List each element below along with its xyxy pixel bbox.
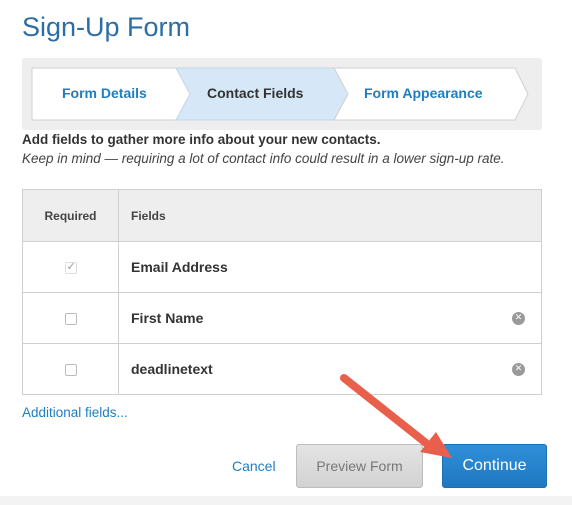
required-checkbox[interactable] <box>64 313 77 326</box>
additional-fields-link[interactable]: Additional fields... <box>22 405 128 420</box>
header-fields: Fields <box>118 189 542 242</box>
required-checkbox <box>64 260 77 275</box>
step-form-details[interactable]: Form Details <box>62 85 147 101</box>
field-name: First Name <box>131 310 204 326</box>
contact-fields-table: Required Fields Email Address First Name… <box>22 189 542 395</box>
remove-field-icon[interactable]: ✕ <box>512 311 525 325</box>
continue-button[interactable]: Continue <box>442 444 547 488</box>
required-checkbox[interactable] <box>64 364 77 377</box>
footer-bar <box>0 496 572 505</box>
cancel-link[interactable]: Cancel <box>232 458 276 474</box>
field-name: Email Address <box>131 259 228 275</box>
preview-form-button[interactable]: Preview Form <box>296 444 423 488</box>
step-form-appearance[interactable]: Form Appearance <box>364 85 483 101</box>
remove-field-icon[interactable]: ✕ <box>512 362 525 376</box>
page-title: Sign-Up Form <box>22 12 191 42</box>
intro-hint: Keep in mind — requiring a lot of contac… <box>22 151 505 166</box>
table-row: deadlinetext ✕ <box>22 343 542 395</box>
intro-heading: Add fields to gather more info about you… <box>22 132 381 147</box>
step-contact-fields[interactable]: Contact Fields <box>207 85 303 101</box>
table-row: Email Address <box>22 241 542 293</box>
field-name: deadlinetext <box>131 361 213 377</box>
table-header-row: Required Fields <box>22 189 542 242</box>
header-required: Required <box>22 189 119 242</box>
wizard-progress: Form Details Contact Fields Form Appeara… <box>22 58 542 130</box>
table-row: First Name ✕ <box>22 292 542 344</box>
